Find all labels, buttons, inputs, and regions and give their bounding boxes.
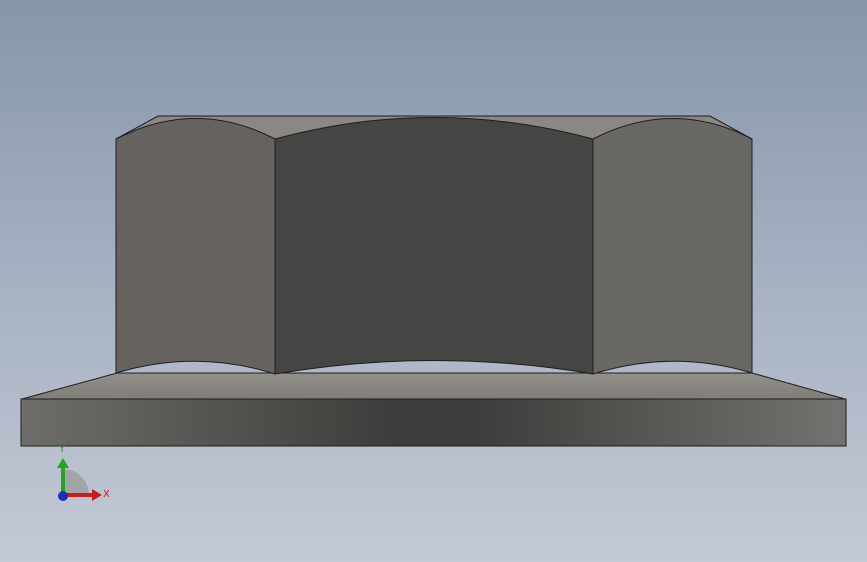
coordinate-triad: Y X: [57, 444, 110, 501]
hex-right-face: [592, 118, 753, 375]
x-axis-label: X: [103, 489, 110, 500]
hex-front-face: [274, 117, 594, 375]
y-axis-label: Y: [58, 444, 66, 455]
z-axis-dot: [58, 491, 68, 501]
x-axis-arrow: [92, 489, 102, 501]
hex-left-face: [115, 118, 276, 375]
graphics-viewport[interactable]: Y X: [0, 0, 867, 562]
flange-top-face: [21, 372, 846, 400]
flange-nut-model[interactable]: [0, 0, 867, 562]
triad-arc: [63, 469, 89, 495]
flange-front-face: [20, 398, 847, 447]
y-axis-arrow: [57, 458, 69, 468]
